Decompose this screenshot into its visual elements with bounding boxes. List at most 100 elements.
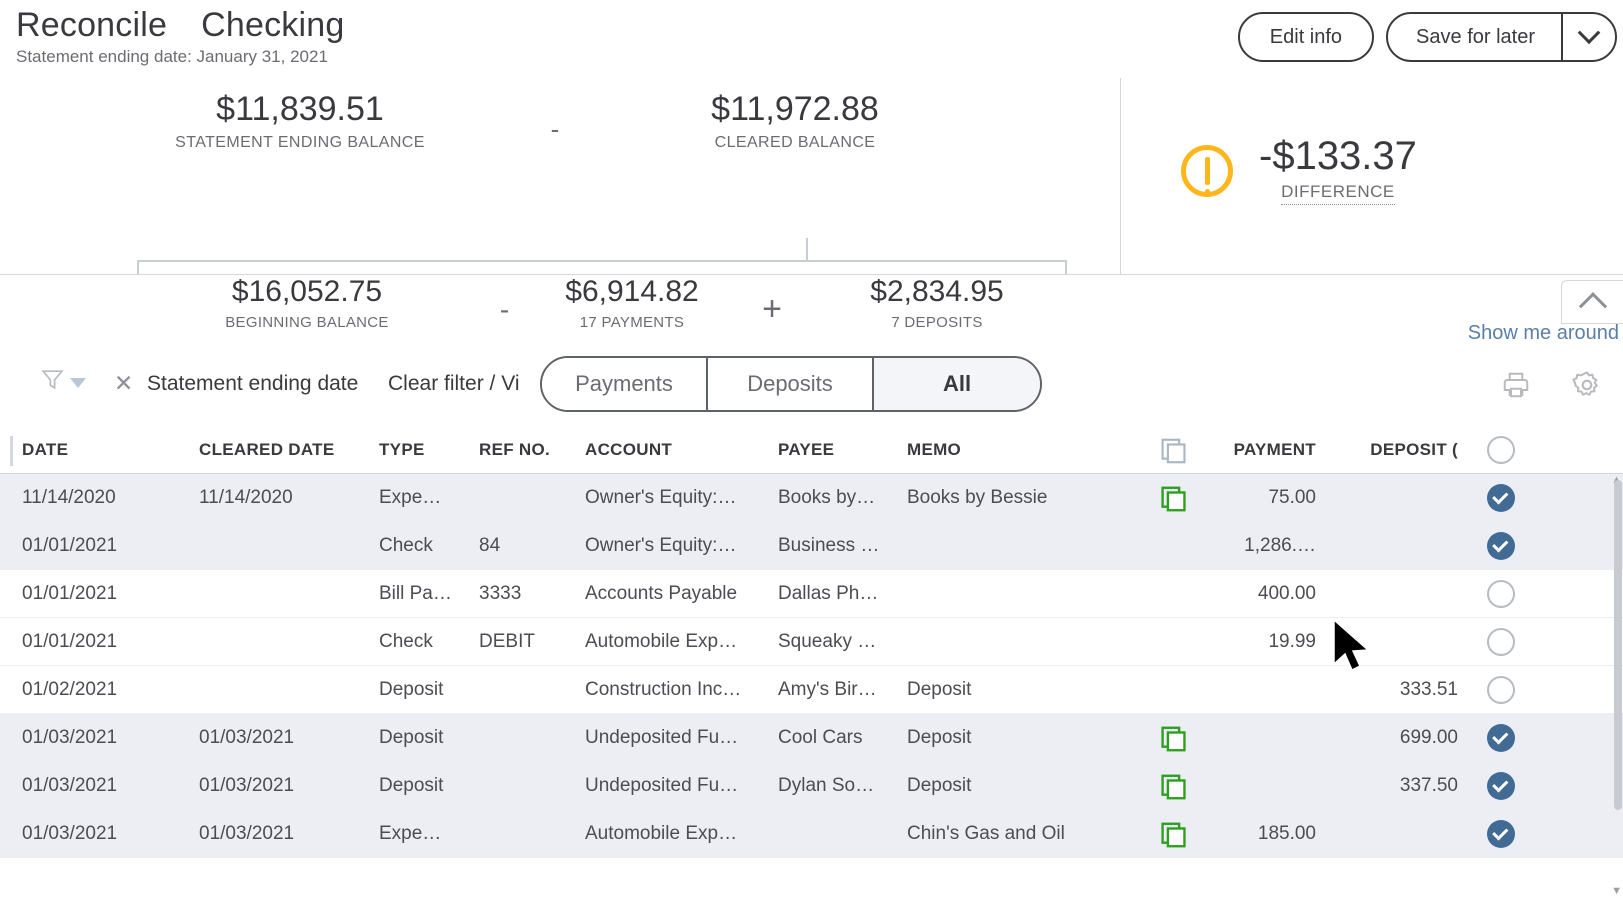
- chevron-down-icon: [70, 377, 86, 388]
- cell-account: Owner's Equity:…: [585, 535, 737, 556]
- difference-label: DIFFERENCE: [1281, 182, 1395, 205]
- cell-date: 11/14/2020: [22, 487, 116, 508]
- cell-account: Owner's Equity:…: [585, 487, 737, 508]
- tab-all[interactable]: All: [874, 358, 1040, 410]
- column-header-attachment[interactable]: [1160, 438, 1190, 469]
- save-options-dropdown-button[interactable]: [1563, 14, 1615, 60]
- cell-date: 01/01/2021: [22, 631, 118, 652]
- cell-account: Automobile Exp…: [585, 631, 738, 652]
- cell-payment: 185.00: [1257, 823, 1316, 844]
- cell-account: Undeposited Fu…: [585, 727, 739, 748]
- payments-cell: $6,914.82 17 PAYMENTS: [532, 276, 732, 331]
- row-cleared-checkbox[interactable]: [1487, 628, 1515, 656]
- page-header: Reconcile Checking Statement ending date:…: [16, 6, 344, 67]
- column-header-cleared-date[interactable]: CLEARED DATE: [199, 440, 335, 460]
- cell-date: 01/03/2021: [22, 775, 118, 796]
- cell-deposit: 337.50: [1399, 775, 1458, 796]
- cell-cleared-date: 11/14/2020: [199, 487, 293, 508]
- cell-memo: Chin's Gas and Oil: [907, 823, 1065, 844]
- deposits-value: $2,834.95: [870, 275, 1004, 308]
- row-cleared-checkbox[interactable]: [1487, 724, 1515, 752]
- copy-icon: [1161, 726, 1186, 752]
- account-name: Checking: [201, 6, 345, 44]
- column-header-payment[interactable]: PAYMENT: [1234, 440, 1316, 460]
- cell-type: Deposit: [379, 775, 444, 796]
- table-row[interactable]: 11/14/2020 11/14/2020 Expe… Owner's Equity:…: [0, 474, 1623, 522]
- vertical-scrollbar[interactable]: ▲ ▼: [1611, 474, 1623, 897]
- summary-top-row: $11,839.51 STATEMENT ENDING BALANCE - $1…: [0, 91, 1120, 152]
- payments-label: 17 PAYMENTS: [579, 313, 685, 331]
- beginning-balance-cell: $16,052.75 BEGINNING BALANCE: [137, 276, 477, 331]
- cell-payee: Business …: [778, 535, 880, 556]
- statement-ending-date-subtitle: Statement ending date: January 31, 2021: [16, 47, 328, 66]
- reconcile-summary: $11,839.51 STATEMENT ENDING BALANCE - $1…: [0, 78, 1623, 331]
- cell-payee: Books by…: [778, 487, 876, 508]
- tab-payments[interactable]: Payments: [542, 358, 708, 410]
- table-row[interactable]: 01/02/2021 Deposit Construction Inc… Amy's …: [0, 666, 1623, 714]
- cell-payee: Amy's Bir…: [778, 679, 877, 700]
- table-row[interactable]: 01/01/2021 Bill Pa… 3333 Accounts Payable Da…: [0, 570, 1623, 618]
- statement-ending-balance-cell: $11,839.51 STATEMENT ENDING BALANCE: [75, 91, 525, 152]
- save-for-later-button[interactable]: Save for later: [1388, 14, 1561, 60]
- column-header-memo[interactable]: MEMO: [907, 440, 961, 460]
- table-row[interactable]: 01/03/2021 01/03/2021 Deposit Undeposited F…: [0, 714, 1623, 762]
- cell-payment: 400.00: [1257, 583, 1316, 604]
- edit-info-button[interactable]: Edit info: [1237, 12, 1375, 62]
- cell-deposit: 333.51: [1399, 679, 1458, 700]
- column-header-deposit[interactable]: DEPOSIT (: [1370, 440, 1458, 460]
- column-header-type[interactable]: TYPE: [379, 440, 425, 460]
- row-cleared-checkbox[interactable]: [1487, 532, 1515, 560]
- show-me-around-link[interactable]: Show me around: [1468, 322, 1619, 345]
- attachment-button[interactable]: [1160, 486, 1190, 517]
- scrollbar-thumb[interactable]: [1614, 480, 1622, 810]
- cell-type: Check: [379, 631, 433, 652]
- table-row[interactable]: 01/01/2021 Check 84 Owner's Equity:… Busines…: [0, 522, 1623, 570]
- column-header-date[interactable]: DATE: [22, 440, 68, 460]
- table-row[interactable]: 01/03/2021 01/03/2021 Expe… Automobile Exp……: [0, 810, 1623, 858]
- reconcile-page: Reconcile Checking Statement ending date:…: [0, 0, 1623, 897]
- transaction-type-toggle-group: Payments Deposits All: [540, 356, 1042, 412]
- page-title: Reconcile Checking: [16, 6, 344, 45]
- collapse-summary-button[interactable]: [1561, 280, 1623, 324]
- row-cleared-checkbox[interactable]: [1487, 820, 1515, 848]
- row-cleared-checkbox[interactable]: [1487, 772, 1515, 800]
- deposits-cell: $2,834.95 7 DEPOSITS: [812, 276, 1062, 331]
- table-body: 11/14/2020 11/14/2020 Expe… Owner's Equity:…: [0, 474, 1623, 858]
- copy-icon: [1161, 822, 1186, 848]
- select-all-checkbox[interactable]: [1487, 436, 1515, 464]
- cell-account: Automobile Exp…: [585, 823, 738, 844]
- row-cleared-checkbox[interactable]: [1487, 676, 1515, 704]
- table-row[interactable]: 01/03/2021 01/03/2021 Deposit Undeposited F…: [0, 762, 1623, 810]
- cell-date: 01/03/2021: [22, 823, 118, 844]
- attachment-button[interactable]: [1160, 726, 1190, 757]
- table-header-row: DATE CLEARED DATE TYPE REF NO. ACCOUNT P…: [0, 428, 1623, 474]
- settings-button[interactable]: [1571, 369, 1603, 406]
- table-row[interactable]: 01/01/2021 Check DEBIT Automobile Exp… Squea…: [0, 618, 1623, 666]
- remove-filter-chip-button[interactable]: ✕: [114, 372, 133, 395]
- attachment-button[interactable]: [1160, 774, 1190, 805]
- difference-value: -$133.37: [1259, 134, 1417, 178]
- scroll-down-arrow[interactable]: ▼: [1611, 885, 1622, 897]
- summary-operator-minus-top: -: [550, 114, 560, 144]
- save-for-later-split-button[interactable]: Save for later: [1386, 12, 1617, 62]
- copy-icon: [1161, 486, 1186, 512]
- cell-payee: Dylan So…: [778, 775, 875, 796]
- beginning-balance-label: BEGINNING BALANCE: [225, 313, 389, 331]
- cell-payment: 75.00: [1268, 487, 1316, 508]
- row-cleared-checkbox[interactable]: [1487, 484, 1515, 512]
- column-header-account[interactable]: ACCOUNT: [585, 440, 672, 460]
- cell-memo: Deposit: [907, 727, 972, 748]
- column-header-ref-no[interactable]: REF NO.: [479, 440, 550, 460]
- summary-balances: $11,839.51 STATEMENT ENDING BALANCE - $1…: [0, 78, 1120, 331]
- gear-icon: [1572, 371, 1598, 396]
- tab-deposits[interactable]: Deposits: [708, 358, 874, 410]
- attachment-button[interactable]: [1160, 822, 1190, 853]
- row-cleared-checkbox[interactable]: [1487, 580, 1515, 608]
- column-header-payee[interactable]: PAYEE: [778, 440, 834, 460]
- clear-filter-link[interactable]: Clear filter / Vi: [388, 372, 520, 396]
- summary-bracket: [137, 260, 1067, 274]
- cell-ref-no: DEBIT: [479, 631, 535, 652]
- filter-bar: ✕ Statement ending date Clear filter / V…: [0, 355, 1623, 417]
- filter-button[interactable]: [40, 367, 86, 392]
- print-button[interactable]: [1501, 370, 1531, 405]
